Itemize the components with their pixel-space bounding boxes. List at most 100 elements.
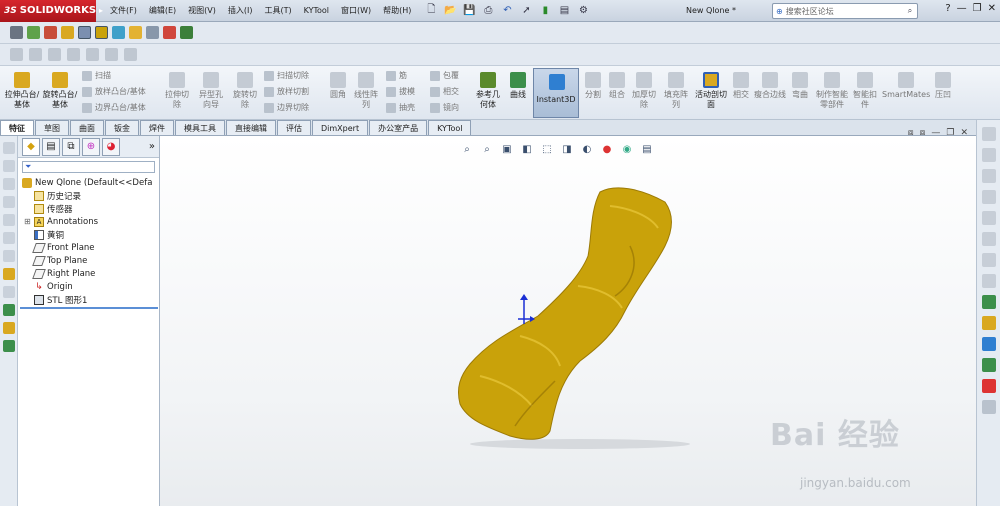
sketch-icon[interactable] <box>2 268 15 280</box>
mirror-button[interactable]: 镜向 <box>430 103 459 113</box>
tab-weldments[interactable]: 焊件 <box>140 120 174 135</box>
extrude-boss-button[interactable]: 拉伸凸台/基体 <box>4 72 40 110</box>
combine-button[interactable]: 组合 <box>606 72 628 100</box>
fillet-button[interactable]: 圆角 <box>326 72 350 100</box>
linear-pattern-button[interactable]: 线性阵列 <box>352 72 380 110</box>
list-icon[interactable] <box>29 48 42 61</box>
resources-icon[interactable] <box>981 127 996 141</box>
intersect-button[interactable]: 相交 <box>430 87 459 97</box>
smart-dimension-icon[interactable] <box>27 26 40 39</box>
live-section-plane-button[interactable]: 活动剖切面 <box>694 72 728 110</box>
part-icon[interactable] <box>10 26 23 39</box>
tab-direct-editing[interactable]: 直接编辑 <box>226 120 276 135</box>
expand-chevron-icon[interactable]: » <box>149 141 155 152</box>
tree-item-material[interactable]: 黄铜 <box>22 228 159 241</box>
help-icon[interactable]: ? <box>945 3 950 14</box>
tree-item-origin[interactable]: ↳ Origin <box>22 280 159 293</box>
tool-icon[interactable] <box>981 274 996 288</box>
reference-geometry-button[interactable]: 参考几何体 <box>474 72 502 110</box>
menu-file[interactable]: 文件(F) <box>104 0 143 22</box>
tab-mold-tools[interactable]: 模具工具 <box>175 120 225 135</box>
hole-icon[interactable] <box>105 48 118 61</box>
dimxpert-tab-icon[interactable]: ⊕ <box>82 137 100 156</box>
search-input[interactable]: ⊕ 搜索社区论坛 ⌕ <box>772 3 918 19</box>
home-icon[interactable] <box>981 295 996 309</box>
indent-button[interactable]: 压凹 <box>932 72 954 100</box>
select-arrow-icon[interactable]: ➚ <box>518 3 534 19</box>
assembly-icon[interactable] <box>44 26 57 39</box>
propertymanager-tab-icon[interactable]: ▤ <box>42 137 60 156</box>
traffic-light-icon[interactable]: ▮ <box>537 3 553 19</box>
extrude-cut-button[interactable]: 拉伸切除 <box>162 72 192 110</box>
tree-item-annotations[interactable]: ⊞ A Annotations <box>22 215 159 228</box>
fill-pattern-button[interactable]: 填充阵列 <box>662 72 690 110</box>
snowflake-icon[interactable] <box>163 26 176 39</box>
paste-icon[interactable] <box>67 48 80 61</box>
split-button[interactable]: 分割 <box>582 72 604 100</box>
new-document-icon[interactable]: 🗋 <box>423 3 439 19</box>
rib-button[interactable]: 筋 <box>386 71 407 81</box>
lofted-cut-button[interactable]: 放样切割 <box>264 87 309 97</box>
layout-icon[interactable] <box>2 304 15 316</box>
menu-help[interactable]: 帮助(H) <box>377 0 417 22</box>
save-icon[interactable]: 💾 <box>461 3 477 19</box>
shell-button[interactable]: 抽壳 <box>386 103 415 113</box>
box-icon[interactable] <box>2 178 15 190</box>
displaymanager-tab-icon[interactable]: ◕ <box>102 137 120 156</box>
search-icon[interactable] <box>981 190 996 204</box>
featuremanager-tab-icon[interactable]: ◆ <box>22 137 40 156</box>
copy-icon[interactable] <box>48 48 61 61</box>
loft-boss-button[interactable]: 放样凸台/基体 <box>82 87 146 97</box>
restore-icon[interactable]: ❐ <box>973 3 982 14</box>
undo-icon[interactable]: ↶ <box>499 3 515 19</box>
menu-edit[interactable]: 编辑(E) <box>143 0 182 22</box>
thicken-cut-button[interactable]: 加厚切除 <box>630 72 658 110</box>
menu-view[interactable]: 视图(V) <box>182 0 222 22</box>
tab-office-products[interactable]: 办公室产品 <box>369 120 428 135</box>
make-smart-component-button[interactable]: 制作智能零部件 <box>814 72 850 110</box>
dimension-icon[interactable] <box>124 48 137 61</box>
tab-features[interactable]: 特征 <box>0 120 34 135</box>
library-icon[interactable] <box>981 316 996 330</box>
box-icon[interactable] <box>2 196 15 208</box>
block-icon[interactable] <box>2 322 15 334</box>
material-palette-icon[interactable] <box>129 26 142 39</box>
menu-window[interactable]: 窗口(W) <box>335 0 377 22</box>
revolve-boss-button[interactable]: 旋转凸台/基体 <box>42 72 78 110</box>
solidworks-logo[interactable]: 3S SOLIDWORKS ▸ <box>0 0 103 22</box>
hole-wizard-button[interactable]: 异型孔向导 <box>196 72 226 110</box>
box-icon[interactable] <box>2 142 15 154</box>
options-gear-icon[interactable]: ⚙ <box>575 3 591 19</box>
design-library-icon[interactable] <box>981 148 996 162</box>
box-icon[interactable] <box>2 160 15 172</box>
block-icon[interactable] <box>2 340 15 352</box>
tree-item-history[interactable]: 历史记录 <box>22 189 159 202</box>
table-icon[interactable] <box>86 48 99 61</box>
boundary-cut-button[interactable]: 边界切除 <box>264 103 309 113</box>
revolve-cut-button[interactable]: 旋转切除 <box>230 72 260 110</box>
box-icon[interactable] <box>2 214 15 226</box>
color-wheel-icon[interactable] <box>981 379 996 393</box>
sweep-button[interactable]: 扫描 <box>82 71 111 81</box>
menu-insert[interactable]: 插入(I) <box>222 0 259 22</box>
close-icon[interactable]: ✕ <box>988 3 996 14</box>
smartmates-button[interactable]: SmartMates <box>882 72 930 100</box>
custom-properties-icon[interactable] <box>981 253 996 267</box>
configurationmanager-tab-icon[interactable]: ⧉ <box>62 137 80 156</box>
search-icon[interactable]: ⌕ <box>903 6 917 16</box>
grid-icon[interactable] <box>180 26 193 39</box>
zoom-icon[interactable] <box>10 48 23 61</box>
tree-item-sensors[interactable]: 传感器 <box>22 202 159 215</box>
smart-fasteners-button[interactable]: 智能扣件 <box>850 72 880 110</box>
view-palette-icon[interactable] <box>981 211 996 225</box>
tree-item-top-plane[interactable]: Top Plane <box>22 254 159 267</box>
appearances-icon[interactable] <box>981 232 996 246</box>
tab-evaluate[interactable]: 评估 <box>277 120 311 135</box>
sew-edge-button[interactable]: 瘦合边线 <box>754 72 786 100</box>
open-folder-icon[interactable]: 📂 <box>442 3 458 19</box>
file-properties-icon[interactable]: ▤ <box>556 3 572 19</box>
menu-kytool[interactable]: KYTool <box>298 0 335 22</box>
tree-item-right-plane[interactable]: Right Plane <box>22 267 159 280</box>
box-icon[interactable] <box>2 232 15 244</box>
tab-sketch[interactable]: 草图 <box>35 120 69 135</box>
